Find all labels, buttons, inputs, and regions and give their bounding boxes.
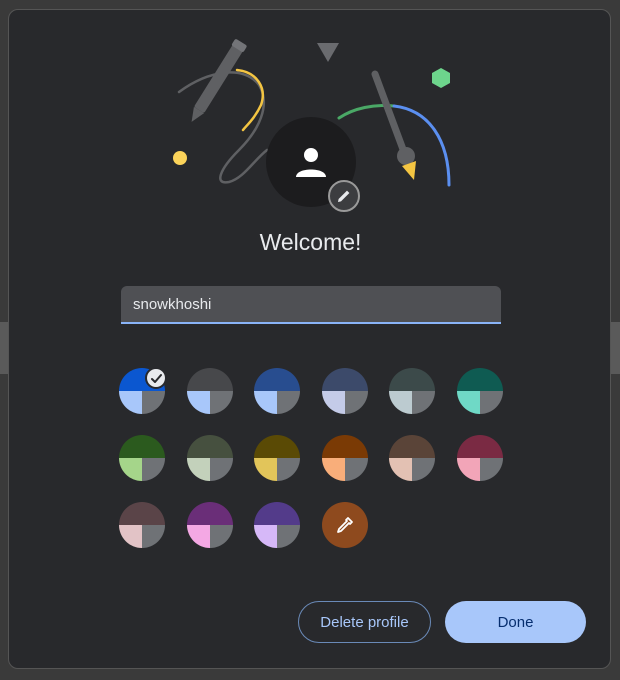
swatch-segment	[412, 458, 435, 481]
eyedropper-icon	[336, 517, 353, 533]
swatch-segment	[321, 458, 345, 481]
swatch-segment	[277, 391, 300, 414]
color-swatch[interactable]	[254, 502, 300, 548]
profile-name-value: snowkhoshi	[133, 295, 212, 313]
swatch-segment	[186, 368, 233, 391]
swatch-segment	[254, 502, 300, 525]
color-swatch[interactable]	[119, 435, 165, 481]
swatch-segment	[321, 391, 345, 414]
swatch-segment	[119, 525, 142, 548]
profile-name-input[interactable]: snowkhoshi	[121, 286, 501, 324]
swatch-segment	[142, 525, 165, 548]
swatch-segment	[479, 391, 503, 414]
swatch-segment	[186, 502, 233, 525]
swatch-segment	[389, 458, 412, 481]
swatch-segment	[321, 435, 368, 458]
color-swatch[interactable]	[321, 435, 368, 481]
swatch-segment	[344, 391, 368, 414]
color-swatch[interactable]	[254, 435, 300, 481]
swatch-segment	[456, 435, 503, 458]
color-swatch[interactable]	[119, 502, 165, 548]
swatch-segment	[389, 435, 435, 458]
doodle-line	[177, 71, 269, 184]
swatch-segment	[209, 525, 233, 548]
color-swatch[interactable]	[254, 368, 300, 414]
swatch-segment	[186, 435, 233, 458]
color-swatch[interactable]	[456, 435, 503, 481]
swatch-segment	[209, 458, 233, 481]
swatch-segment	[186, 458, 210, 481]
swatch-segment	[321, 368, 368, 391]
swatch-segment	[254, 458, 277, 481]
swatch-segment	[186, 525, 210, 548]
swatch-segment	[277, 525, 300, 548]
done-button[interactable]: Done	[445, 601, 586, 643]
color-swatch[interactable]	[389, 368, 435, 414]
color-swatch[interactable]	[456, 368, 503, 414]
swatch-segment	[142, 458, 165, 481]
yellow-dot	[173, 151, 187, 165]
swatch-segment	[119, 391, 142, 414]
paintbrush-illustration	[371, 70, 416, 180]
swatch-segment	[186, 391, 210, 414]
color-swatch[interactable]	[389, 435, 435, 481]
swatch-segment	[479, 458, 503, 481]
swatch-segment	[119, 435, 165, 458]
swatch-segment	[456, 458, 480, 481]
delete-profile-button[interactable]: Delete profile	[298, 601, 431, 643]
triangle-shape	[317, 43, 339, 62]
swatch-segment	[277, 458, 300, 481]
custom-color-picker-button[interactable]	[321, 502, 368, 548]
swatch-segment	[344, 458, 368, 481]
swatch-segment	[209, 391, 233, 414]
swatch-segment	[456, 368, 503, 391]
checkmark-icon	[150, 373, 162, 383]
swatch-segment	[119, 502, 165, 525]
backdrop-edge-right	[610, 322, 620, 374]
swatch-segment	[456, 391, 480, 414]
person-icon	[296, 148, 326, 177]
edit-avatar-button[interactable]	[328, 180, 360, 212]
swatch-segment	[119, 458, 142, 481]
color-swatch[interactable]	[186, 502, 233, 548]
swatch-segment	[254, 391, 277, 414]
swatch-segment	[254, 368, 300, 391]
selected-checkmark	[145, 367, 167, 389]
swatch-segment	[389, 368, 435, 391]
color-swatch[interactable]	[186, 368, 233, 414]
swatch-segment	[412, 391, 435, 414]
swatch-segment	[254, 435, 300, 458]
color-swatch[interactable]	[321, 368, 368, 414]
avatar-container	[266, 117, 360, 212]
pencil-icon	[338, 190, 350, 202]
swatch-segment	[142, 391, 165, 414]
swatch-segment	[389, 391, 412, 414]
green-hexagon	[432, 68, 450, 88]
swatch-segment	[254, 525, 277, 548]
profile-customization-dialog: Welcome! snowkhoshi Delete profile Done	[8, 9, 611, 669]
welcome-title: Welcome!	[259, 229, 362, 255]
color-swatch[interactable]	[186, 435, 233, 481]
